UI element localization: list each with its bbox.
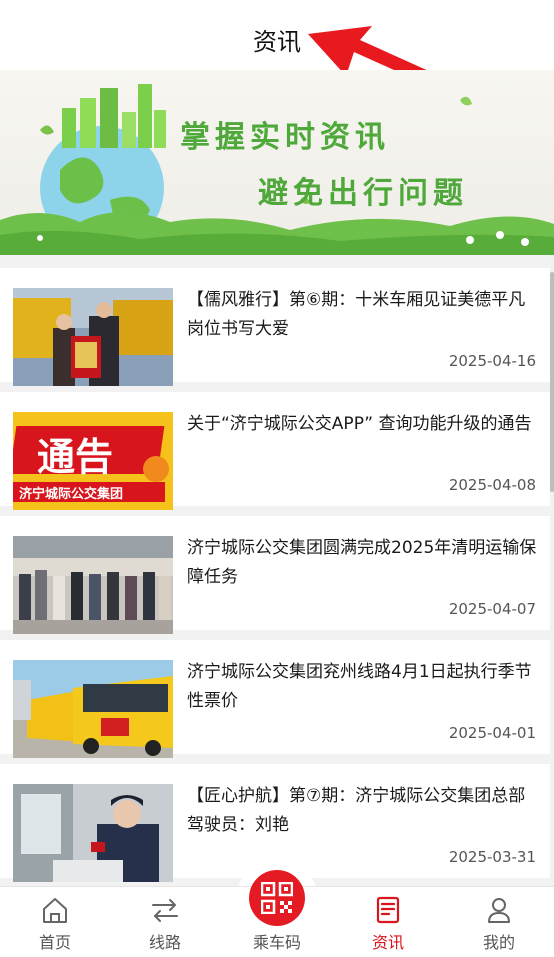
news-icon: [376, 896, 400, 924]
news-title: 【儒风雅行】第⑥期：十米车厢见证美德平凡岗位书写大爱: [187, 290, 526, 339]
news-thumbnail: 通告 济宁城际公交集团: [13, 412, 173, 510]
station-crowd-image: [13, 536, 173, 634]
news-date: 2025-03-31: [448, 848, 536, 866]
driver-photo-image: [13, 784, 173, 882]
promo-banner[interactable]: 掌握实时资讯 避免出行问题: [0, 70, 554, 255]
tab-route[interactable]: 线路: [110, 887, 220, 957]
notice-big-text: 通告: [37, 435, 114, 479]
tab-qr-label: 乘车码: [252, 933, 301, 952]
news-title: 【匠心护航】第⑦期：济宁城际公交集团总部驾驶员：刘艳: [187, 786, 526, 835]
news-date: 2025-04-01: [448, 724, 536, 742]
route-icon: [152, 899, 178, 922]
tab-mine-label: 我的: [482, 933, 515, 952]
tab-home-label: 首页: [38, 933, 71, 952]
news-title: 关于“济宁城际公交APP” 查询功能升级的通告: [187, 414, 532, 434]
news-date: 2025-04-08: [448, 476, 536, 494]
home-icon: [43, 898, 67, 923]
news-date: 2025-04-16: [448, 352, 536, 370]
user-icon: [488, 898, 510, 923]
tab-news[interactable]: 资讯: [333, 887, 443, 957]
banner-line-2: 避免出行问题: [258, 176, 468, 211]
qr-code-icon: [261, 882, 293, 914]
scrollbar[interactable]: [550, 272, 554, 492]
app-screen: 资讯 掌握实时资讯 避免出行问题 【儒风雅行】第⑥期：十米车厢见证美德平凡岗位书…: [0, 0, 554, 957]
top-bar: 资讯: [0, 0, 554, 116]
news-item[interactable]: 济宁城际公交集团圆满完成2025年清明运输保障任务 2025-04-07: [0, 516, 550, 634]
news-thumbnail: [13, 660, 173, 758]
tab-news-label: 资讯: [371, 933, 404, 952]
news-item[interactable]: 济宁城际公交集团兖州线路4月1日起执行季节性票价 2025-04-01: [0, 640, 550, 758]
news-item[interactable]: 通告 济宁城际公交集团 关于“济宁城际公交APP” 查询功能升级的通告 2025…: [0, 392, 550, 510]
news-title: 济宁城际公交集团圆满完成2025年清明运输保障任务: [187, 538, 537, 587]
tab-mine[interactable]: 我的: [444, 887, 554, 957]
megaphone-icon: [143, 456, 169, 482]
news-title: 济宁城际公交集团兖州线路4月1日起执行季节性票价: [187, 662, 532, 711]
tab-route-label: 线路: [148, 933, 181, 952]
news-thumbnail: [13, 288, 173, 386]
banner-illustration: [0, 84, 554, 255]
buses-image: [13, 660, 173, 758]
news-date: 2025-04-07: [448, 600, 536, 618]
news-thumbnail: [13, 784, 173, 882]
news-item[interactable]: 【儒风雅行】第⑥期：十米车厢见证美德平凡岗位书写大爱 2025-04-16: [0, 268, 550, 386]
award-photo-image: [13, 288, 173, 386]
qr-code-button[interactable]: [249, 870, 305, 926]
notice-small-text: 济宁城际公交集团: [19, 487, 124, 502]
tab-home[interactable]: 首页: [0, 887, 110, 957]
news-thumbnail: [13, 536, 173, 634]
banner-line-1: 掌握实时资讯: [180, 120, 390, 155]
news-list[interactable]: 【儒风雅行】第⑥期：十米车厢见证美德平凡岗位书写大爱 2025-04-16 通告…: [0, 268, 554, 886]
